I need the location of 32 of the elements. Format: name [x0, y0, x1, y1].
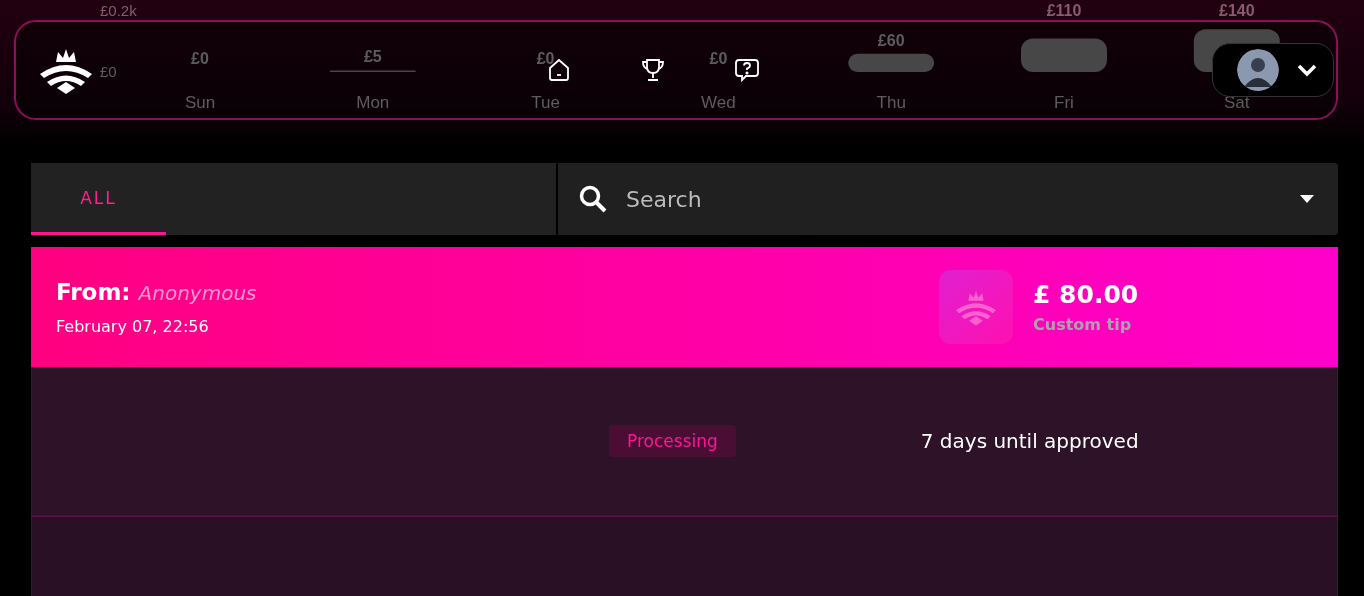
chevron-down-icon	[1297, 63, 1317, 77]
avatar	[1237, 49, 1279, 91]
day-label: Sat	[1224, 93, 1250, 112]
trophy-icon[interactable]	[640, 57, 666, 83]
day-label: Thu	[876, 93, 906, 112]
bar-value: £0	[191, 50, 209, 67]
status-badge: Processing	[609, 425, 736, 457]
caret-icon[interactable]	[1300, 195, 1314, 203]
day-label: Tue	[531, 93, 560, 112]
day-label: Sun	[184, 93, 216, 112]
approval-note: 7 days until approved	[920, 429, 1139, 453]
day-label: Wed	[701, 93, 736, 112]
bar-value: £5	[363, 48, 382, 66]
bar-value: £140	[1219, 2, 1255, 19]
tip-type: Custom tip	[1033, 315, 1133, 334]
bar-value: £0	[709, 50, 728, 67]
sender-name: Anonymous	[138, 280, 257, 305]
account-menu[interactable]	[1212, 43, 1334, 97]
day-label: Mon	[356, 93, 390, 112]
help-icon[interactable]	[734, 57, 760, 83]
from-label: From:	[56, 278, 131, 305]
amount: £ 80.00	[1033, 280, 1140, 309]
search-field[interactable]: Search	[624, 185, 1284, 213]
bar-value: £110	[1046, 2, 1082, 19]
axis-label: £0	[100, 63, 117, 80]
axis-label: £0.2k	[100, 2, 137, 19]
transaction-date: February 07, 22:56	[56, 316, 210, 336]
bar-value: £60	[877, 31, 905, 49]
search-bar[interactable]: Search	[558, 163, 1338, 235]
bar-value: £0	[536, 50, 555, 67]
search-icon	[578, 184, 608, 214]
day-label: Fri	[1054, 93, 1074, 112]
